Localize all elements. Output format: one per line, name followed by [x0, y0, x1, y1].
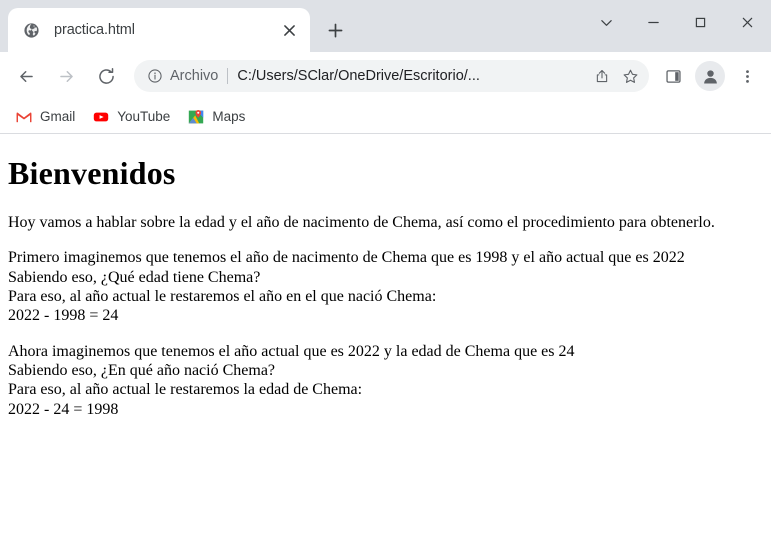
forward-button[interactable]: [50, 60, 82, 92]
maximize-button[interactable]: [677, 0, 724, 44]
minimize-button[interactable]: [630, 0, 677, 44]
arrow-left-icon: [19, 70, 33, 82]
bookmark-youtube[interactable]: YouTube: [85, 104, 178, 130]
share-icon[interactable]: [589, 63, 615, 89]
browser-toolbar: Archivo C:/Users/SClar/OneDrive/Escritor…: [0, 52, 771, 100]
side-panel-button[interactable]: [658, 61, 688, 91]
profile-avatar[interactable]: [695, 61, 725, 91]
three-dot-menu-icon: [745, 69, 749, 83]
close-window-button[interactable]: [724, 0, 771, 44]
omnibox-divider: [227, 68, 229, 84]
paragraph-edad: Primero imaginemos que tenemos el año de…: [8, 249, 685, 325]
maps-icon: [188, 109, 204, 125]
page-document: Bienvenidos Hoy vamos a hablar sobre la …: [0, 155, 771, 419]
bookmark-maps[interactable]: Maps: [180, 104, 253, 130]
browser-window: practica.html Archivo C:/Users/SClar/One…: [0, 0, 771, 547]
chevron-down-icon: [601, 19, 612, 26]
gmail-icon: [16, 109, 32, 125]
url-text[interactable]: C:/Users/SClar/OneDrive/Escritorio/...: [237, 68, 587, 84]
maximize-icon: [695, 17, 706, 27]
paragraph-intro: Hoy vamos a hablar sobre la edad y el añ…: [8, 213, 715, 231]
page-title: Bienvenidos: [8, 155, 176, 191]
browser-tab-active[interactable]: practica.html: [8, 8, 310, 52]
paragraph-nacimiento: Ahora imaginemos que tenemos el año actu…: [8, 342, 575, 418]
bookmark-gmail[interactable]: Gmail: [8, 104, 83, 130]
plus-icon: [328, 23, 342, 37]
address-bar[interactable]: Archivo C:/Users/SClar/OneDrive/Escritor…: [134, 60, 649, 92]
person-icon: [703, 69, 717, 84]
bookmarks-bar: Gmail YouTube Maps: [0, 100, 771, 134]
tab-strip: practica.html: [0, 0, 771, 52]
arrow-right-icon: [59, 70, 73, 82]
url-scheme-label: Archivo: [170, 68, 219, 84]
minimize-icon: [648, 21, 659, 23]
chrome-menu-button[interactable]: [732, 61, 762, 91]
close-icon[interactable]: [276, 17, 302, 43]
bookmark-label: YouTube: [117, 109, 171, 124]
reload-button[interactable]: [90, 60, 122, 92]
info-circle-icon[interactable]: [144, 65, 166, 87]
side-panel-icon: [665, 69, 681, 83]
tab-search-button[interactable]: [583, 0, 630, 44]
tab-title: practica.html: [54, 22, 135, 38]
page-viewport: Bienvenidos Hoy vamos a hablar sobre la …: [0, 134, 771, 547]
bookmark-star-icon[interactable]: [617, 63, 643, 89]
bookmark-label: Maps: [212, 109, 246, 124]
window-controls: [583, 0, 771, 44]
youtube-icon: [93, 109, 109, 125]
globe-icon: [22, 21, 40, 39]
bookmark-label: Gmail: [40, 109, 76, 124]
close-icon: [742, 17, 753, 27]
back-button[interactable]: [10, 60, 42, 92]
reload-icon: [98, 67, 114, 84]
new-tab-button[interactable]: [318, 13, 352, 47]
